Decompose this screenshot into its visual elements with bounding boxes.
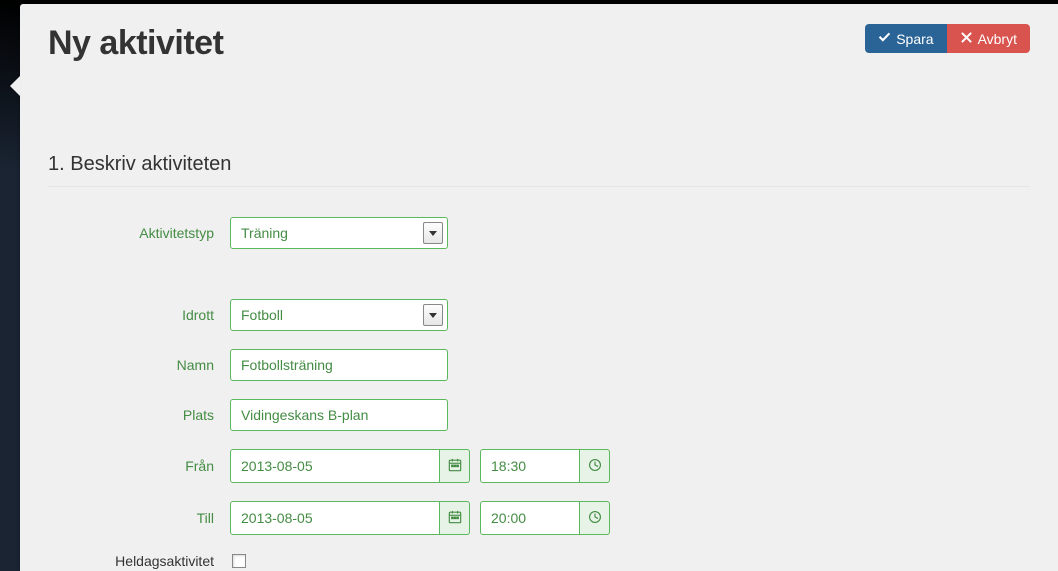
action-buttons: Spara Avbryt bbox=[865, 24, 1030, 53]
label-allday: Heldagsaktivitet bbox=[48, 553, 230, 569]
cancel-button[interactable]: Avbryt bbox=[947, 24, 1030, 53]
save-button-label: Spara bbox=[896, 32, 933, 46]
to-date-input[interactable] bbox=[230, 501, 440, 535]
activity-form: Aktivitetstyp Träning Idrott Fotboll Nam… bbox=[48, 217, 1030, 569]
label-sport: Idrott bbox=[48, 307, 230, 323]
section-title: 1. Beskriv aktiviteten bbox=[48, 153, 1030, 187]
name-input[interactable] bbox=[230, 349, 448, 381]
sport-select[interactable]: Fotboll bbox=[230, 299, 448, 331]
close-icon bbox=[960, 31, 973, 46]
activity-type-select[interactable]: Träning bbox=[230, 217, 448, 249]
calendar-icon bbox=[448, 510, 462, 527]
save-button[interactable]: Spara bbox=[865, 24, 946, 53]
chevron-down-icon bbox=[423, 222, 443, 244]
from-date-input[interactable] bbox=[230, 449, 440, 483]
panel-pointer bbox=[10, 76, 20, 96]
clock-icon bbox=[588, 458, 602, 475]
sport-value: Fotboll bbox=[241, 307, 283, 323]
activity-type-value: Träning bbox=[241, 225, 288, 241]
cancel-button-label: Avbryt bbox=[978, 32, 1017, 46]
allday-checkbox[interactable] bbox=[232, 554, 246, 568]
place-input[interactable] bbox=[230, 399, 448, 431]
calendar-icon bbox=[448, 458, 462, 475]
from-date-picker-button[interactable] bbox=[440, 449, 470, 483]
label-from: Från bbox=[48, 458, 230, 474]
check-icon bbox=[878, 31, 891, 46]
to-time-picker-button[interactable] bbox=[580, 501, 610, 535]
label-activity-type: Aktivitetstyp bbox=[48, 225, 230, 241]
label-name: Namn bbox=[48, 357, 230, 373]
from-time-input[interactable] bbox=[480, 449, 580, 483]
activity-form-panel: Ny aktivitet Spara Avbryt 1. Beskriv akt… bbox=[20, 4, 1058, 571]
chevron-down-icon bbox=[423, 304, 443, 326]
page-title: Ny aktivitet bbox=[48, 24, 223, 63]
to-time-input[interactable] bbox=[480, 501, 580, 535]
label-to: Till bbox=[48, 510, 230, 526]
clock-icon bbox=[588, 510, 602, 527]
from-time-picker-button[interactable] bbox=[580, 449, 610, 483]
to-date-picker-button[interactable] bbox=[440, 501, 470, 535]
label-place: Plats bbox=[48, 407, 230, 423]
